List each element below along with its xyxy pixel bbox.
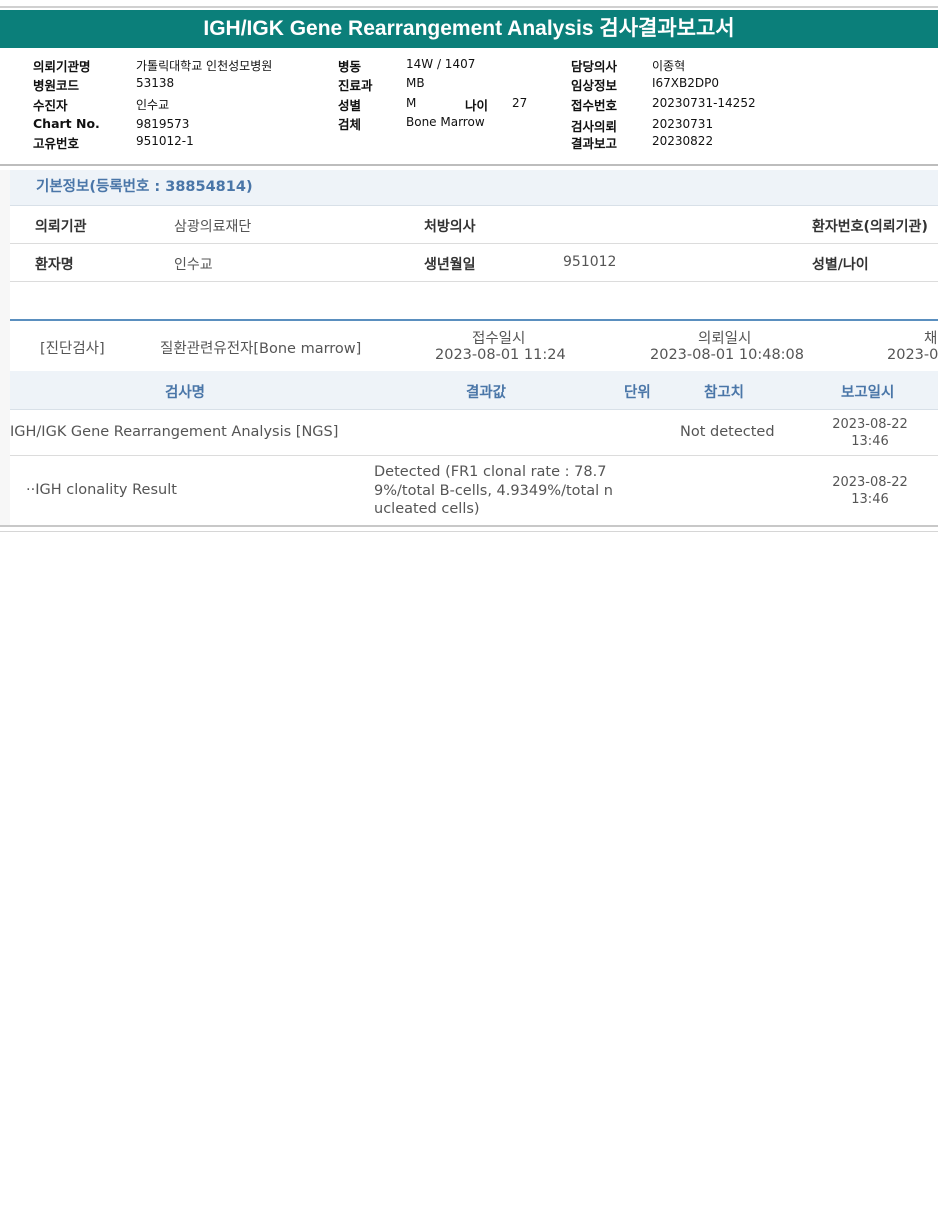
result-report-day: 2023-08-22 [832,475,908,490]
header-value: 14W / 1407 [406,57,476,71]
basic-label: 생년월일 [424,257,476,273]
header-divider [0,164,938,166]
basic-label: 의뢰기관 [35,219,87,235]
header-label: 검체 [338,117,362,132]
header-value: 20230731 [652,117,714,131]
header-label: Chart No. [33,116,100,131]
footer-divider-thin [0,531,938,532]
header-value: 27 [512,96,528,110]
received-value: 2023-08-01 11:24 [435,347,566,363]
footer-divider [0,525,938,527]
result-value: Detected (FR1 clonal rate : 78.7 9%/tota… [374,463,613,519]
header-value: 이종혁 [652,59,686,73]
basic-value: 삼광의료재단 [174,219,252,235]
header-value: 53138 [136,76,175,90]
result-report-date: 2023-08-22 13:46 [825,416,915,450]
basic-info-row: 의뢰기관 삼광의료재단 처방의사 환자번호(의뢰기관) [10,206,938,244]
header-label: 결과보고 [571,136,618,151]
header-value: 가톨릭대학교 인천성모병원 [136,59,273,73]
header-label: 진료과 [338,78,373,93]
basic-label: 처방의사 [424,219,476,235]
exam-summary-row: [진단검사] 질환관련유전자[Bone marrow] 접수일시 2023-08… [10,321,938,371]
header-value: 9819573 [136,117,190,131]
header-value: MB [406,76,425,90]
header-value: 20230822 [652,134,714,148]
basic-info-heading: 기본정보(등록번호 : 38854814) [10,170,938,206]
header-label: 고유번호 [33,136,80,151]
header-label: 의뢰기관명 [33,59,91,74]
column-header-reference: 참고치 [704,385,745,401]
requested-label: 의뢰일시 [698,331,752,347]
column-header-result: 결과값 [466,385,507,401]
basic-label: 성별/나이 [812,257,869,273]
header-label: 수진자 [33,98,68,113]
basic-value: 951012 [563,254,617,270]
report-title: IGH/IGK Gene Rearrangement Analysis 검사결과… [0,10,938,48]
exam-category: [진단검사] [40,341,105,357]
header-value: M [406,96,417,110]
result-report-day: 2023-08-22 [832,417,908,432]
result-name: ··IGH clonality Result [26,482,177,498]
left-gutter [0,170,10,527]
table-row: IGH/IGK Gene Rearrangement Analysis [NGS… [10,410,938,456]
top-border [0,6,938,8]
header-label: 나이 [465,98,489,113]
basic-info-section: 기본정보(등록번호 : 38854814) 의뢰기관 삼광의료재단 처방의사 환… [10,170,938,282]
header-value: Bone Marrow [406,115,485,129]
header-label: 임상정보 [571,78,618,93]
header-label: 병원코드 [33,78,80,93]
header-label: 접수번호 [571,98,618,113]
received-label: 접수일시 [472,331,526,347]
basic-label: 환자번호(의뢰기관) [812,219,928,235]
header-label: 성별 [338,98,362,113]
basic-value: 인수교 [174,257,213,273]
result-name: IGH/IGK Gene Rearrangement Analysis [NGS… [10,424,339,440]
collected-value: 2023-0 [887,347,938,363]
results-table-header: 검사명 결과값 단위 참고치 보고일시 [10,371,938,410]
result-report-date: 2023-08-22 13:46 [825,474,915,508]
result-value-line: Detected (FR1 clonal rate : 78.7 [374,464,607,480]
header-value: 951012-1 [136,134,194,148]
column-header-name: 검사명 [165,385,206,401]
result-report-time: 13:46 [851,492,889,507]
result-value-line: ucleated cells) [374,501,480,517]
basic-label: 환자명 [35,257,74,273]
basic-info-row: 환자명 인수교 생년월일 951012 성별/나이 [10,244,938,282]
header-label: 담당의사 [571,59,618,74]
column-header-unit: 단위 [624,385,651,401]
table-row: ··IGH clonality Result Detected (FR1 clo… [10,456,938,525]
header-label: 병동 [338,59,362,74]
exam-name: 질환관련유전자[Bone marrow] [160,341,362,357]
result-value-line: 9%/total B-cells, 4.9349%/total n [374,482,613,499]
header-value: 인수교 [136,98,170,112]
requested-value: 2023-08-01 10:48:08 [650,347,804,363]
collected-label: 채 [924,331,938,347]
column-header-report: 보고일시 [841,385,895,401]
header-value: I67XB2DP0 [652,76,720,90]
result-report-time: 13:46 [851,434,889,449]
result-reference: Not detected [680,424,775,440]
header-value: 20230731-14252 [652,96,756,110]
